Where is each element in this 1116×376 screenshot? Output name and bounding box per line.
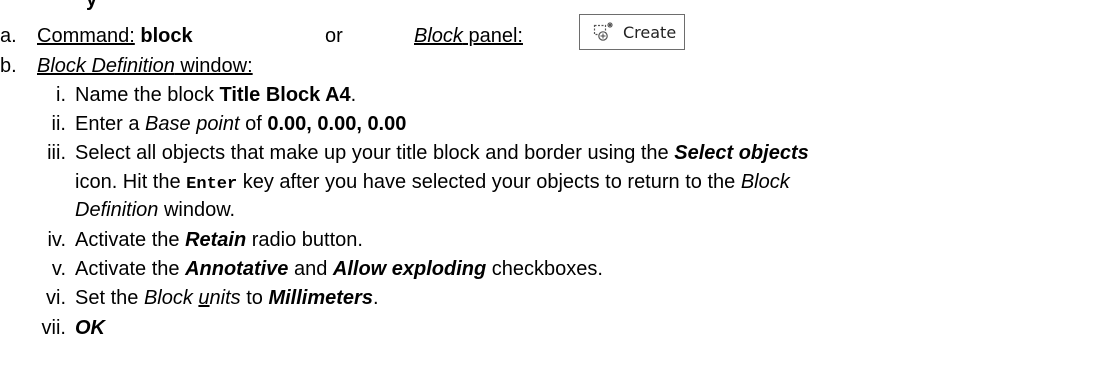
substep-iii-text-line2: icon. Hit the Enter key after you have s… bbox=[75, 171, 790, 194]
create-button-label: Create bbox=[623, 22, 677, 42]
substep-iii-text-line3: Definition window. bbox=[75, 199, 236, 221]
substep-v-text: Activate the Annotative and Allow explod… bbox=[75, 258, 603, 280]
substep-ii-number: ii. bbox=[51, 113, 66, 135]
enter-key: Enter bbox=[186, 175, 238, 194]
substep-i-number: i. bbox=[56, 84, 66, 106]
step-b-number: b. bbox=[0, 55, 17, 77]
substep-vi-number: vi. bbox=[46, 287, 66, 309]
substep-iii-number: iii. bbox=[47, 142, 66, 164]
step-b-title: Block Definition window: bbox=[37, 55, 253, 77]
substep-iii-text-line1: Select all objects that make up your tit… bbox=[75, 142, 809, 164]
substep-ii-text: Enter a Base point of 0.00, 0.00, 0.00 bbox=[75, 113, 407, 135]
command-label: Command: bbox=[37, 25, 135, 47]
step-a-number: a. bbox=[0, 25, 17, 47]
substep-vii-number: vii. bbox=[41, 317, 66, 339]
create-block-icon bbox=[593, 22, 613, 41]
header-fragment: y bbox=[86, 0, 98, 11]
step-a-content: Command: block bbox=[37, 24, 193, 48]
panel-ref: Block panel: bbox=[414, 25, 523, 47]
command-value: block bbox=[140, 25, 193, 47]
or-text: or bbox=[325, 25, 343, 47]
substep-i-text: Name the block Title Block A4. bbox=[75, 84, 357, 106]
substep-iv-text: Activate the Retain radio button. bbox=[75, 229, 363, 251]
substep-vi-text: Set the Block units to Millimeters. bbox=[75, 287, 379, 309]
substep-iv-number: iv. bbox=[47, 229, 66, 251]
substep-vii-text: OK bbox=[75, 317, 105, 339]
substep-v-number: v. bbox=[51, 258, 66, 280]
create-block-button[interactable]: Create bbox=[579, 14, 685, 50]
